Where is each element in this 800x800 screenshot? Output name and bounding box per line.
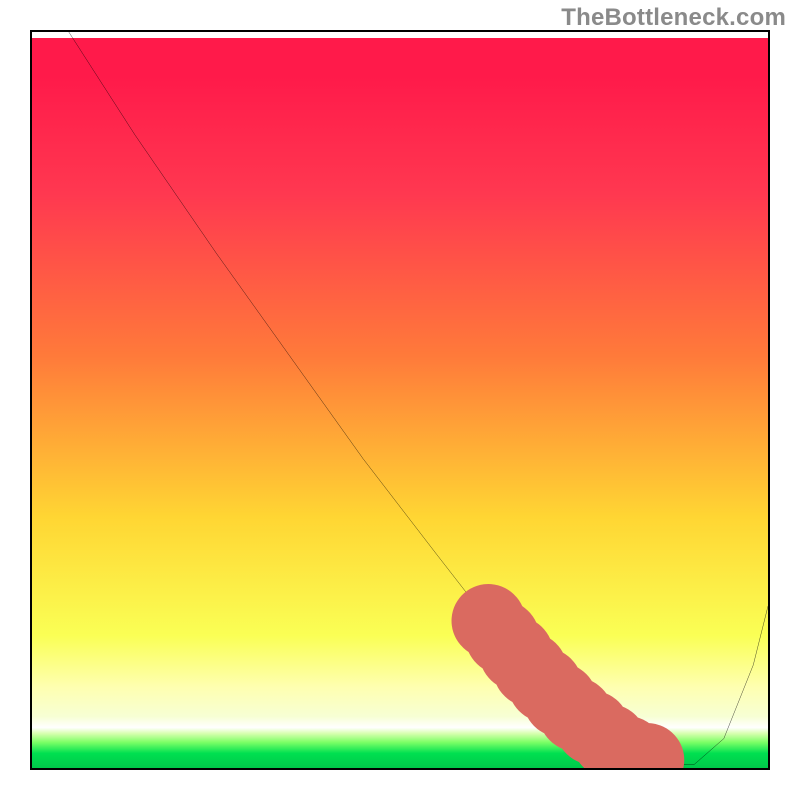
chart-frame: TheBottleneck.com [0, 0, 800, 800]
chart-svg [32, 32, 768, 768]
watermark-label: TheBottleneck.com [561, 4, 786, 32]
curve-group [69, 32, 768, 764]
plot-area [30, 30, 770, 770]
bottleneck-curve [69, 32, 768, 764]
bottleneck-zone-highlight [488, 621, 665, 765]
